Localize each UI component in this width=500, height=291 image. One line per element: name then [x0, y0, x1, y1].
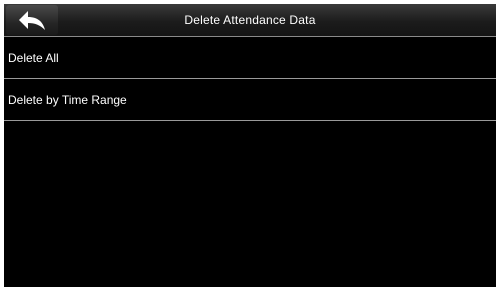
menu-item-label: Delete by Time Range — [8, 93, 127, 107]
title-bar: Delete Attendance Data — [4, 4, 496, 37]
menu-item-delete-by-time-range[interactable]: Delete by Time Range — [4, 79, 496, 121]
menu-item-delete-all[interactable]: Delete All — [4, 37, 496, 79]
back-arrow-icon — [17, 9, 47, 31]
device-screen: Delete Attendance Data Delete All Delete… — [4, 4, 496, 287]
page-title: Delete Attendance Data — [184, 13, 316, 27]
back-button[interactable] — [6, 5, 58, 35]
menu-item-label: Delete All — [8, 51, 59, 65]
